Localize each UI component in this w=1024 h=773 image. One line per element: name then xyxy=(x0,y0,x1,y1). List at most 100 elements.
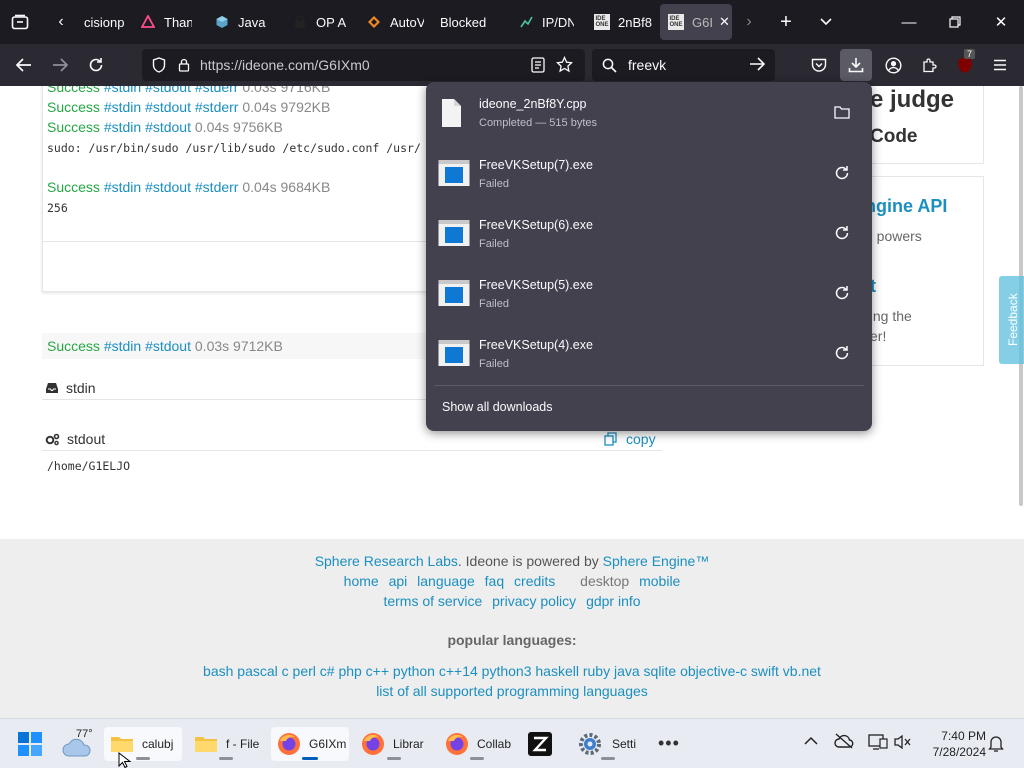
tab-scroll-left-icon[interactable]: ‹ xyxy=(42,0,80,44)
stderr-link[interactable]: #stderr xyxy=(195,86,239,95)
new-tab-icon[interactable]: + xyxy=(766,0,806,44)
tab-2[interactable]: Thank xyxy=(132,4,192,40)
url-text[interactable]: https://ideone.com/G6IXm0 xyxy=(200,57,370,73)
folder-icon xyxy=(194,734,218,754)
stdout-link[interactable]: #stdout xyxy=(145,338,191,354)
stdout-link[interactable]: #stdout xyxy=(145,179,191,195)
stdout-link[interactable]: #stdout xyxy=(145,86,191,95)
tab-overview-icon[interactable] xyxy=(0,0,40,44)
clock[interactable]: 7:40 PM 7/28/2024 xyxy=(920,728,986,760)
display-icon[interactable] xyxy=(868,733,888,754)
extensions-icon[interactable] xyxy=(918,54,940,76)
tab-scroll-right-icon[interactable]: › xyxy=(730,0,768,44)
languages-list[interactable]: bash pascal c perl c# php c++ python c++… xyxy=(0,663,1024,679)
search-go-icon[interactable] xyxy=(749,57,766,74)
taskbar-app-explorer-1[interactable]: calubj xyxy=(104,727,182,761)
settings-icon xyxy=(578,732,602,756)
retry-icon[interactable] xyxy=(832,341,852,365)
feedback-tab[interactable]: Feedback xyxy=(999,276,1024,364)
ublock-icon[interactable]: 7 xyxy=(954,49,976,76)
tab-7[interactable]: IP/DN xyxy=(510,4,574,40)
download-item[interactable]: FreeVKSetup(6).exe Failed xyxy=(438,209,860,265)
search-bar[interactable]: freevk xyxy=(592,49,775,81)
taskbar-app-explorer-2[interactable]: f - File xyxy=(188,727,264,761)
stderr-link[interactable]: #stderr xyxy=(195,179,239,195)
notifications-bell-icon[interactable] xyxy=(988,735,1004,756)
download-status: Failed xyxy=(479,238,509,250)
privacy-link[interactable]: privacy policy xyxy=(492,593,576,609)
folder-icon[interactable] xyxy=(832,100,852,124)
minimize-icon[interactable]: — xyxy=(886,0,932,44)
taskbar-app-firefox-2[interactable]: Librar xyxy=(355,727,433,761)
footer-mobile-link[interactable]: mobile xyxy=(639,573,680,589)
shield-icon[interactable] xyxy=(152,57,170,73)
menu-icon[interactable] xyxy=(990,55,1010,75)
taskbar-app-z[interactable] xyxy=(522,727,560,761)
taskbar-app-label: calubj xyxy=(142,737,174,751)
start-button[interactable] xyxy=(18,732,44,758)
close-tab-icon[interactable]: ✕ xyxy=(719,14,730,30)
tab-8[interactable]: IDE ONE 2nBf8 xyxy=(586,4,652,40)
footer-credits-link[interactable]: credits xyxy=(514,573,555,589)
search-input[interactable]: freevk xyxy=(628,57,666,73)
lock-icon[interactable] xyxy=(178,58,194,72)
restore-icon[interactable] xyxy=(932,0,978,44)
download-item[interactable]: ideone_2nBf8Y.cpp Completed — 515 bytes xyxy=(438,88,860,144)
close-window-icon[interactable]: ✕ xyxy=(978,0,1024,44)
taskbar-app-settings[interactable]: Setti xyxy=(572,727,644,761)
tab-5[interactable]: AutoV xyxy=(358,4,424,40)
tab-6[interactable]: Blocked xyxy=(432,4,500,40)
result-time: 0.04s xyxy=(194,119,230,135)
sphere-engine-link[interactable]: Sphere Engine™ xyxy=(603,553,710,569)
account-icon[interactable] xyxy=(882,54,904,76)
pocket-icon[interactable] xyxy=(808,54,830,76)
footer-language-link[interactable]: language xyxy=(417,573,475,589)
gdpr-link[interactable]: gdpr info xyxy=(586,593,640,609)
stdin-link[interactable]: #stdin xyxy=(104,86,141,95)
tab-9-active[interactable]: IDE ONE G6I ✕ xyxy=(660,4,732,40)
retry-icon[interactable] xyxy=(832,281,852,305)
tab-3[interactable]: Java E xyxy=(206,4,268,40)
footer-home-link[interactable]: home xyxy=(344,573,379,589)
bookmark-star-icon[interactable] xyxy=(555,55,574,76)
stdout-link[interactable]: #stdout xyxy=(145,119,191,135)
sphere-research-link[interactable]: Sphere Research Labs xyxy=(315,553,458,569)
reload-icon[interactable] xyxy=(78,49,114,81)
cloud-offline-icon[interactable] xyxy=(834,733,854,752)
download-item[interactable]: FreeVKSetup(7).exe Failed xyxy=(438,149,860,205)
back-icon[interactable] xyxy=(6,49,42,81)
download-item[interactable]: FreeVKSetup(5).exe Failed xyxy=(438,269,860,325)
running-indicator xyxy=(219,757,233,760)
tab-4[interactable]: OP Au xyxy=(284,4,346,40)
tab-1[interactable]: cisionp xyxy=(80,4,136,40)
download-item[interactable]: FreeVKSetup(4).exe Failed xyxy=(438,329,860,385)
show-hidden-icons-icon[interactable] xyxy=(804,735,818,749)
stderr-link[interactable]: #stderr xyxy=(195,99,239,115)
downloads-button[interactable] xyxy=(840,49,872,81)
url-bar[interactable]: https://ideone.com/G6IXm0 xyxy=(142,49,585,81)
stdout-link[interactable]: #stdout xyxy=(145,99,191,115)
show-all-downloads-button[interactable]: Show all downloads xyxy=(442,400,553,414)
taskbar-app-firefox-active[interactable]: G6IXm xyxy=(271,727,349,761)
footer: Sphere Research Labs. Ideone is powered … xyxy=(0,539,1024,718)
stdin-link[interactable]: #stdin xyxy=(104,119,141,135)
footer-faq-link[interactable]: faq xyxy=(485,573,504,589)
more-apps-icon[interactable]: ••• xyxy=(658,733,680,754)
terms-link[interactable]: terms of service xyxy=(383,593,482,609)
volume-muted-icon[interactable] xyxy=(894,734,912,753)
result-row: Success #stdin #stdout #stderr 0.03s 971… xyxy=(47,86,330,95)
footer-api-link[interactable]: api xyxy=(389,573,408,589)
weather-widget[interactable]: 77° xyxy=(60,727,100,761)
stdin-link[interactable]: #stdin xyxy=(104,338,141,354)
all-languages-link[interactable]: list of all supported programming langua… xyxy=(0,683,1024,699)
stdin-link[interactable]: #stdin xyxy=(104,179,141,195)
engine-api-link[interactable]: ngine API xyxy=(865,196,947,217)
reader-view-icon[interactable] xyxy=(531,57,545,76)
copy-button[interactable]: copy xyxy=(604,431,656,447)
retry-icon[interactable] xyxy=(832,221,852,245)
stdin-link[interactable]: #stdin xyxy=(104,99,141,115)
forward-icon[interactable] xyxy=(42,49,78,81)
list-tabs-icon[interactable] xyxy=(806,0,846,44)
retry-icon[interactable] xyxy=(832,161,852,185)
taskbar-app-firefox-3[interactable]: Collab xyxy=(439,727,515,761)
